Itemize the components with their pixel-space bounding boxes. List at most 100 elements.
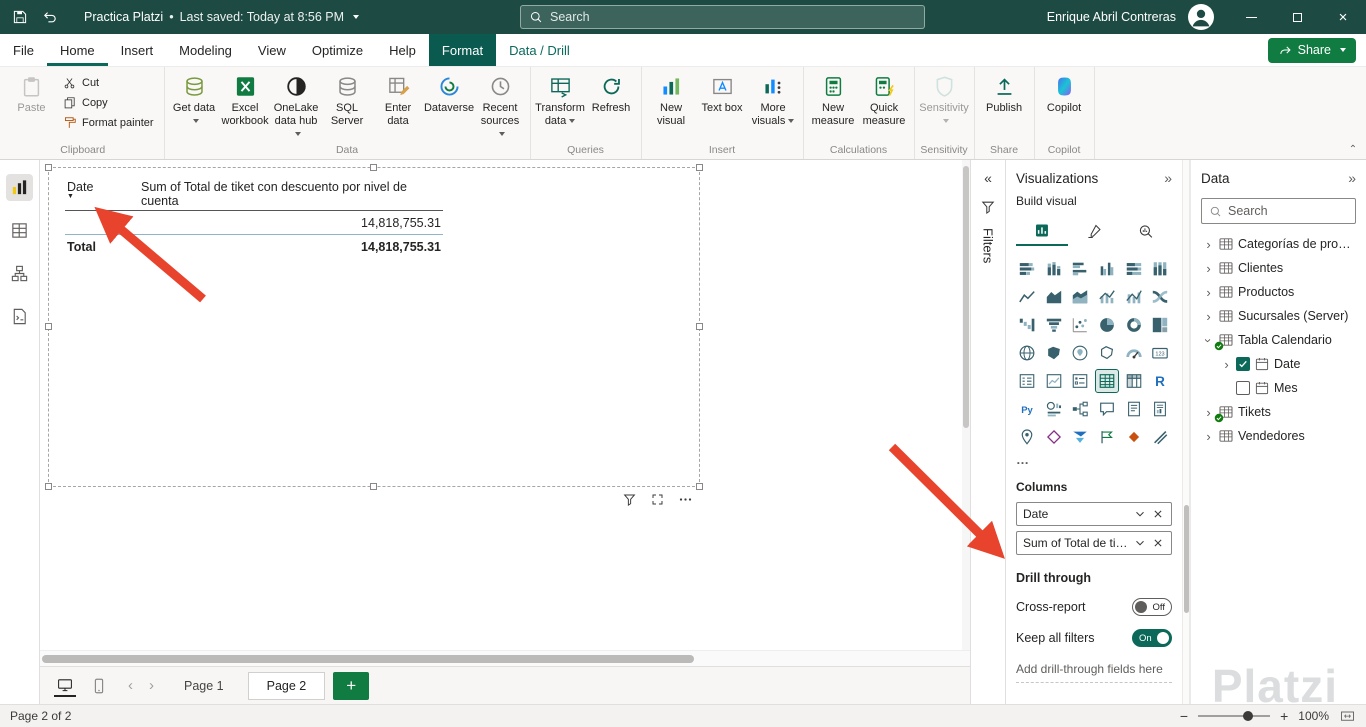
resize-handle[interactable] — [696, 483, 703, 490]
remove-field-icon[interactable] — [1151, 536, 1165, 550]
visual-table-icon[interactable] — [1094, 369, 1119, 393]
visual-key-influencers-icon[interactable] — [1043, 398, 1065, 420]
nav-model-view[interactable] — [6, 260, 33, 287]
ribbon-button-enter-data[interactable]: Enter data — [374, 70, 423, 130]
visual-card-icon[interactable]: 123 — [1149, 342, 1171, 364]
menu-item-modeling[interactable]: Modeling — [166, 34, 245, 66]
visual-waterfall-chart-icon[interactable] — [1016, 314, 1038, 336]
fit-to-page-icon[interactable] — [1339, 709, 1356, 724]
expand-chevron-icon[interactable]: › — [1203, 261, 1214, 276]
resize-handle[interactable] — [696, 323, 703, 330]
menu-item-data-drill[interactable]: Data / Drill — [496, 34, 583, 66]
ribbon-button-recent-sources[interactable]: Recent sources — [476, 70, 525, 143]
ribbon-button-new-visual[interactable]: New visual — [647, 70, 696, 130]
table-visual[interactable]: Date ▼ Sum of Total de tiket con descuen… — [45, 164, 703, 490]
visual-paginated-report-icon[interactable] — [1149, 398, 1171, 420]
visual-line-clustered-column-chart-icon[interactable] — [1123, 286, 1145, 308]
visual-shape-map-icon[interactable] — [1096, 342, 1118, 364]
page-tab-page-1[interactable]: Page 1 — [166, 672, 242, 700]
expand-chevron-icon[interactable]: › — [1203, 285, 1214, 300]
tab-format-visual[interactable] — [1068, 216, 1120, 246]
zoom-slider[interactable] — [1198, 711, 1271, 721]
visual-stacked-area-chart-icon[interactable] — [1069, 286, 1091, 308]
visual-line-stacked-column-chart-icon[interactable] — [1096, 286, 1118, 308]
visual-line-chart-icon[interactable] — [1016, 286, 1038, 308]
global-search[interactable] — [520, 5, 925, 29]
ribbon-button-refresh[interactable]: Refresh — [587, 70, 636, 117]
mobile-layout-icon[interactable] — [88, 675, 110, 697]
focus-mode-icon[interactable] — [650, 492, 665, 507]
data-tree-item-sucursales-server[interactable]: › Sucursales (Server) — [1201, 304, 1356, 328]
table-column-header[interactable]: Sum of Total de tiket con descuento por … — [141, 177, 443, 210]
resize-handle[interactable] — [45, 323, 52, 330]
save-icon[interactable] — [12, 9, 28, 25]
more-visual-types[interactable]: … — [1016, 452, 1172, 467]
visual-power-apps-icon[interactable] — [1043, 426, 1065, 448]
tab-build-visual[interactable] — [1016, 216, 1068, 246]
menu-item-optimize[interactable]: Optimize — [299, 34, 376, 66]
document-title[interactable]: Practica Platzi • Last saved: Today at 8… — [84, 10, 360, 24]
ribbon-button-get-data[interactable]: Get data — [170, 70, 219, 130]
visual-filled-map-icon[interactable] — [1043, 342, 1065, 364]
visual-map-icon[interactable] — [1016, 342, 1038, 364]
next-page-icon[interactable]: › — [143, 677, 160, 694]
nav-table-view[interactable] — [6, 217, 33, 244]
resize-handle[interactable] — [370, 483, 377, 490]
ribbon-button-text-box[interactable]: Text box — [698, 70, 747, 117]
ribbon-button-excel-workbook[interactable]: Excel workbook — [221, 70, 270, 130]
ribbon-button-sensitivity[interactable]: Sensitivity — [919, 70, 969, 130]
visual-kpi-icon[interactable] — [1043, 370, 1065, 392]
add-page-button[interactable]: + — [333, 671, 370, 700]
avatar[interactable] — [1188, 4, 1214, 30]
visual-python-visual-icon[interactable]: Py — [1016, 398, 1038, 420]
expand-filters-icon[interactable]: « — [984, 170, 992, 186]
visual-power-automate-icon[interactable] — [1069, 426, 1091, 448]
canvas-horizontal-scrollbar[interactable] — [40, 650, 970, 666]
ribbon-button-publish[interactable]: Publish — [980, 70, 1029, 117]
field-checkbox[interactable] — [1236, 357, 1250, 371]
visual-smart-narrative-icon[interactable] — [1123, 398, 1145, 420]
visual-100-stacked-bar-chart-icon[interactable] — [1123, 258, 1145, 280]
resize-handle[interactable] — [370, 164, 377, 171]
ribbon-button-more-visuals[interactable]: More visuals — [749, 70, 798, 130]
resize-handle[interactable] — [45, 164, 52, 171]
canvas-vertical-scrollbar[interactable] — [962, 160, 970, 650]
collapse-visualizations-icon[interactable]: » — [1164, 170, 1172, 186]
visual-decomposition-tree-icon[interactable] — [1069, 398, 1091, 420]
remove-field-icon[interactable] — [1151, 507, 1165, 521]
expand-chevron-icon[interactable]: › — [1203, 237, 1214, 252]
minimize-button[interactable] — [1228, 0, 1274, 34]
tab-analytics[interactable] — [1120, 216, 1172, 246]
ribbon-button-cut[interactable]: Cut — [58, 73, 159, 93]
maximize-button[interactable] — [1274, 0, 1320, 34]
visual-azure-map-icon[interactable] — [1069, 342, 1091, 364]
expand-chevron-icon[interactable]: › — [1203, 429, 1214, 444]
data-tree-item-mes[interactable]: Mes — [1201, 376, 1356, 400]
visual-area-chart-icon[interactable] — [1043, 286, 1065, 308]
ribbon-button-quick-measure[interactable]: Quick measure — [860, 70, 909, 130]
visual-treemap-icon[interactable] — [1149, 314, 1171, 336]
visual-clustered-bar-chart-icon[interactable] — [1069, 258, 1091, 280]
ribbon-button-copilot[interactable]: Copilot — [1040, 70, 1089, 117]
chevron-down-icon[interactable] — [1133, 536, 1147, 550]
table-column-header[interactable]: Date ▼ — [65, 177, 141, 205]
visual-pie-chart-icon[interactable] — [1096, 314, 1118, 336]
ribbon-button-onelake-data-hub[interactable]: OneLake data hub — [272, 70, 321, 143]
menu-item-view[interactable]: View — [245, 34, 299, 66]
visual-arcgis-map-icon[interactable] — [1016, 426, 1038, 448]
nav-report-view[interactable] — [6, 174, 33, 201]
more-options-icon[interactable] — [678, 492, 693, 507]
data-tree-item-tikets[interactable]: › Tikets — [1201, 400, 1356, 424]
chevron-down-icon[interactable] — [353, 15, 360, 19]
data-tree-item-vendedores[interactable]: › Vendedores — [1201, 424, 1356, 448]
visual-qa-visual-icon[interactable] — [1096, 398, 1118, 420]
expand-chevron-icon[interactable]: › — [1203, 309, 1214, 324]
share-button[interactable]: Share — [1267, 37, 1356, 63]
ribbon-button-copy[interactable]: Copy — [58, 93, 159, 113]
sort-descending-icon[interactable]: ▼ — [67, 193, 74, 200]
visual-r-script-icon[interactable]: R — [1149, 370, 1171, 392]
visual-donut-chart-icon[interactable] — [1123, 314, 1145, 336]
visual-100-stacked-column-chart-icon[interactable] — [1149, 258, 1171, 280]
data-tree-item-clientes[interactable]: › Clientes — [1201, 256, 1356, 280]
zoom-out-icon[interactable]: − — [1180, 708, 1188, 724]
